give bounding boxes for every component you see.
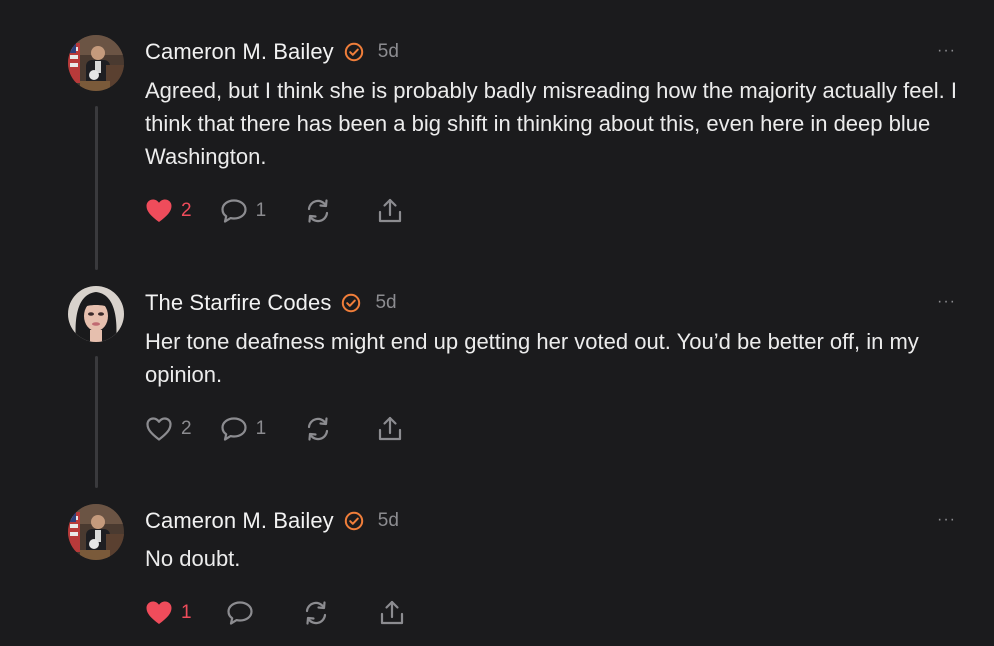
reply-button[interactable]	[226, 598, 254, 628]
comment-text: Agreed, but I think she is probably badl…	[145, 78, 957, 169]
thread-line	[95, 106, 98, 270]
timestamp[interactable]: 5d	[375, 292, 396, 314]
share-button[interactable]	[378, 598, 406, 628]
like-button[interactable]: 2	[145, 196, 192, 226]
comment-actions: 1	[145, 598, 406, 628]
verified-badge-icon	[344, 42, 364, 62]
comment-bubble-icon	[226, 601, 253, 625]
heart-filled-icon	[146, 601, 172, 624]
like-count: 2	[181, 200, 192, 221]
author-name[interactable]: Cameron M. Bailey	[145, 508, 334, 534]
cameron-avatar	[68, 35, 124, 91]
author-name[interactable]: Cameron M. Bailey	[145, 39, 334, 65]
comment-text: No doubt.	[145, 546, 241, 571]
heart-outline-icon	[146, 417, 172, 441]
timestamp[interactable]: 5d	[378, 41, 399, 63]
avatar[interactable]	[68, 35, 124, 91]
share-button[interactable]	[376, 414, 404, 444]
comment-actions: 2 1	[145, 414, 404, 444]
share-button[interactable]	[376, 196, 404, 226]
reply-count: 1	[255, 418, 267, 439]
restack-button[interactable]	[302, 598, 330, 628]
reply-button[interactable]: 1	[220, 196, 267, 226]
starfire-avatar	[68, 286, 124, 342]
avatar[interactable]	[68, 504, 124, 560]
restack-icon	[308, 199, 329, 223]
author-name[interactable]: The Starfire Codes	[145, 290, 331, 316]
share-icon	[380, 600, 403, 625]
like-count: 1	[181, 602, 192, 623]
restack-button[interactable]	[304, 414, 332, 444]
avatar[interactable]	[68, 286, 124, 342]
verified-badge-icon	[341, 293, 361, 313]
share-icon	[379, 198, 402, 223]
cameron-avatar	[68, 504, 124, 560]
comment-actions: 2 1	[145, 196, 404, 226]
timestamp[interactable]: 5d	[378, 510, 399, 532]
verified-badge-icon	[344, 511, 364, 531]
comment-bubble-icon	[220, 199, 247, 223]
comment-header: Cameron M. Bailey 5d	[145, 37, 399, 67]
restack-button[interactable]	[304, 196, 332, 226]
restack-icon	[308, 417, 329, 441]
like-button[interactable]: 1	[145, 598, 192, 628]
more-options-button[interactable]: ···	[937, 512, 956, 528]
restack-icon	[305, 601, 326, 625]
comment-header: Cameron M. Bailey 5d	[145, 506, 399, 536]
reply-count: 1	[255, 200, 267, 221]
more-options-button[interactable]: ···	[937, 43, 956, 59]
share-icon	[379, 416, 402, 441]
heart-filled-icon	[146, 199, 172, 222]
comment-bubble-icon	[220, 417, 247, 441]
more-options-button[interactable]: ···	[937, 294, 956, 310]
reply-button[interactable]: 1	[220, 414, 267, 444]
comment-header: The Starfire Codes 5d	[145, 288, 397, 318]
like-button[interactable]: 2	[145, 414, 192, 444]
thread-line	[95, 356, 98, 488]
like-count: 2	[181, 418, 192, 439]
comment-text: Her tone deafness might end up getting h…	[145, 329, 919, 387]
